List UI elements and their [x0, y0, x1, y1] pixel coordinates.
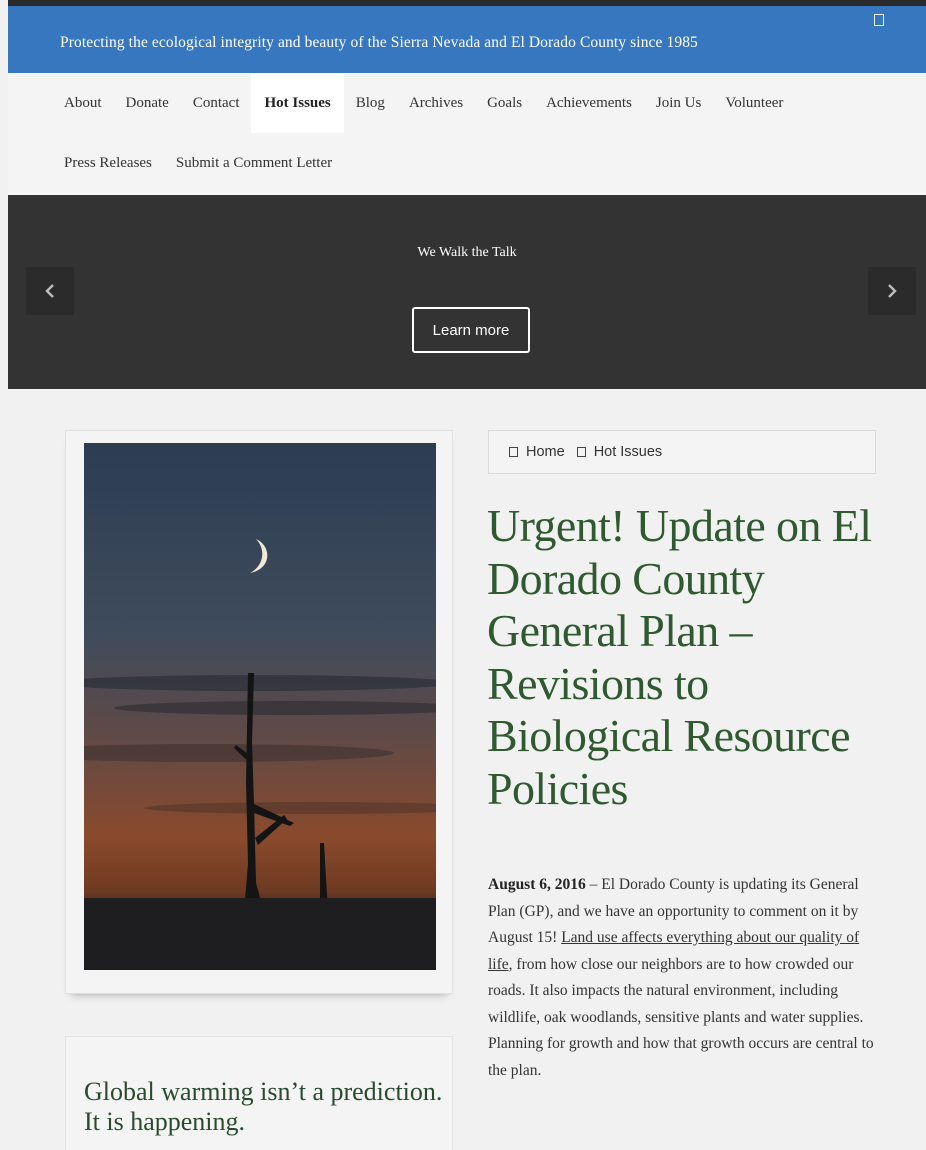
featured-image-card — [65, 430, 453, 994]
main-navigation: About Donate Contact Hot Issues Blog Arc… — [8, 73, 926, 196]
nav-item-press-releases[interactable]: Press Releases — [52, 133, 164, 193]
nav-item-achievements[interactable]: Achievements — [534, 73, 644, 133]
slider-prev-button[interactable] — [26, 267, 74, 315]
nav-item-contact[interactable]: Contact — [181, 73, 252, 133]
nav-row-1: About Donate Contact Hot Issues Blog Arc… — [52, 73, 795, 133]
breadcrumb: Home Hot Issues — [488, 430, 876, 474]
chevron-left-icon — [45, 284, 54, 298]
article-body: August 6, 2016 – El Dorado County is upd… — [488, 872, 886, 1084]
nav-item-join-us[interactable]: Join Us — [644, 73, 713, 133]
breadcrumb-current[interactable]: Hot Issues — [594, 444, 663, 460]
site-tagline: Protecting the ecological integrity and … — [60, 34, 698, 51]
article-date: August 6, 2016 — [488, 876, 586, 893]
article-title: Urgent! Update on El Dorado County Gener… — [487, 500, 872, 814]
home-icon — [509, 447, 518, 457]
chevron-right-icon — [888, 284, 897, 298]
nav-item-about[interactable]: About — [52, 73, 114, 133]
breadcrumb-home[interactable]: Home — [526, 444, 565, 460]
nav-item-volunteer[interactable]: Volunteer — [713, 73, 795, 133]
learn-more-button[interactable]: Learn more — [412, 307, 530, 353]
hero-slider: We Walk the Talk Learn more — [8, 195, 926, 389]
nav-item-hot-issues[interactable]: Hot Issues — [251, 73, 344, 133]
nav-item-submit-comment-letter[interactable]: Submit a Comment Letter — [164, 133, 344, 193]
article-text-continued: from how close our neighbors are to how … — [488, 955, 874, 1079]
slider-next-button[interactable] — [868, 267, 916, 315]
hero-title: We Walk the Talk — [417, 245, 517, 260]
square-icon[interactable] — [874, 14, 884, 26]
quote-card: Global warming isn’t a prediction. It is… — [65, 1036, 453, 1150]
sidebar-quote: Global warming isn’t a prediction. It is… — [84, 1077, 443, 1136]
nav-item-goals[interactable]: Goals — [475, 73, 534, 133]
sunset-tree-image — [84, 443, 436, 970]
nav-row-2: Press Releases Submit a Comment Letter — [52, 133, 344, 193]
nav-item-donate[interactable]: Donate — [114, 73, 181, 133]
nav-item-archives[interactable]: Archives — [397, 73, 475, 133]
nav-item-blog[interactable]: Blog — [344, 73, 397, 133]
sunset-tree-photo — [84, 443, 436, 970]
top-bar: Protecting the ecological integrity and … — [8, 6, 926, 73]
folder-icon — [576, 447, 586, 457]
